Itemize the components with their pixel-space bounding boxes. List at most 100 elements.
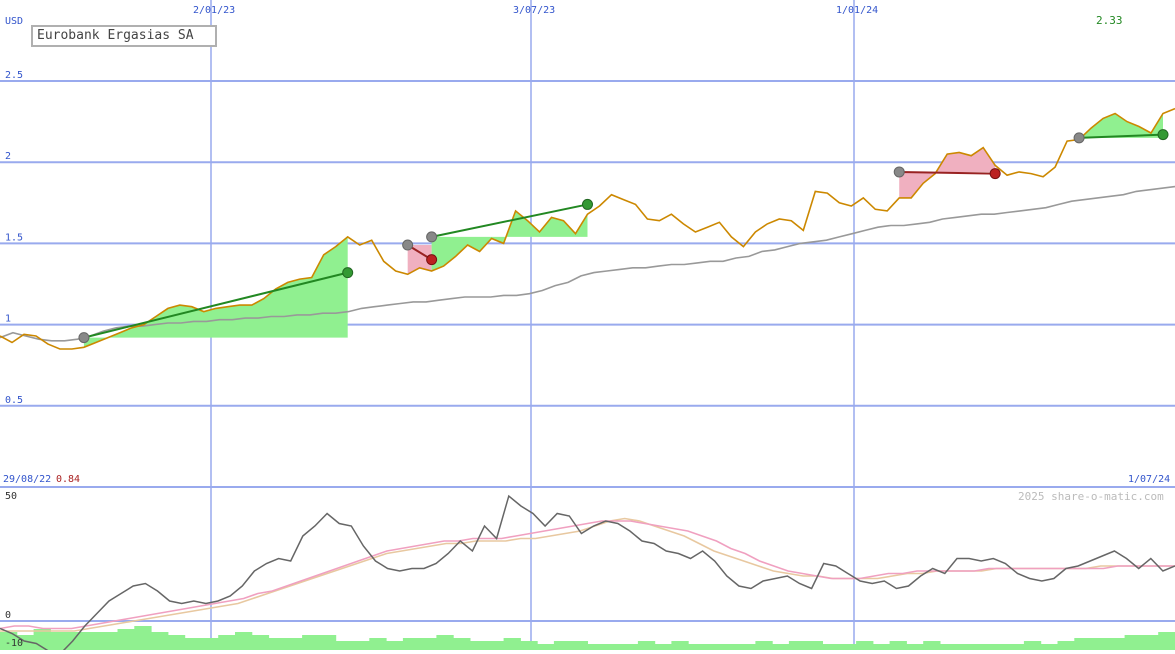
volume-bar: [1091, 638, 1109, 650]
volume-bar: [268, 638, 286, 650]
volume-bar: [83, 632, 102, 650]
volume-bar: [688, 644, 706, 650]
currency-label: USD: [5, 16, 23, 27]
buy-marker: [1073, 132, 1085, 144]
volume-bar: [570, 641, 588, 650]
volume-bar: [1023, 641, 1042, 650]
volume-bar: [335, 641, 353, 650]
buy-marker: [78, 332, 90, 344]
volume-bar: [1141, 635, 1159, 650]
y-tick-label: -10: [5, 638, 23, 649]
volume-bar: [1158, 632, 1175, 650]
sell-loss-marker: [989, 168, 1001, 180]
volume-bar: [134, 626, 152, 650]
x-tick-label: 3/07/23: [513, 5, 555, 16]
volume-bar: [772, 644, 790, 650]
copyright-label: 2025 share-o-matic.com: [1018, 490, 1164, 503]
sell-gain-marker: [582, 198, 593, 210]
volume-bar: [50, 632, 68, 650]
volume-bar: [402, 638, 421, 650]
volume-bar: [990, 644, 1008, 650]
chart-title: Eurobank Ergasias SA: [31, 25, 217, 47]
volume-bar: [671, 641, 689, 650]
volume-bar: [486, 641, 505, 650]
volume-bar: [872, 644, 891, 650]
volume-bar: [923, 641, 941, 650]
y-tick-label: 1: [5, 314, 11, 325]
volume-bar: [100, 632, 118, 650]
volume-bar: [587, 644, 605, 650]
volume-bar: [604, 644, 622, 650]
oscillator-line: [0, 494, 1175, 654]
last-value-label: 2.33: [1096, 14, 1123, 27]
volume-bar: [117, 629, 135, 650]
series-lines: [0, 107, 1175, 654]
volume-bar: [805, 641, 823, 650]
volume-bar: [856, 641, 874, 650]
volume-bar: [67, 632, 85, 650]
volume-bar: [151, 632, 169, 650]
y-tick-label: 50: [5, 491, 17, 502]
volume-bar: [503, 638, 521, 650]
volume-bar: [453, 638, 471, 650]
volume-bar: [1057, 641, 1075, 650]
volume-bar: [218, 635, 236, 650]
sell-gain-marker: [342, 267, 354, 279]
chart-canvas: USD 2.33 29/08/22 0.84 1/07/24 2025 shar…: [0, 0, 1175, 654]
volume-bar: [235, 632, 253, 650]
volume-bar: [721, 644, 740, 650]
start-value-label: 0.84: [56, 474, 80, 485]
volume-bar: [436, 635, 454, 650]
volume-bar: [654, 644, 672, 650]
volume-bar: [889, 641, 907, 650]
volume-bar: [1124, 635, 1142, 650]
trade-fills: [0, 113, 1175, 650]
volume-bar: [1107, 638, 1126, 650]
buy-marker: [402, 239, 414, 251]
volume-bar: [1074, 638, 1092, 650]
signal-slow-line: [0, 517, 1175, 632]
buy-marker: [893, 166, 905, 178]
y-tick-label: 2.5: [5, 70, 23, 81]
volume-bar: [839, 644, 857, 650]
volume-bar: [956, 644, 975, 650]
y-tick-label: 0: [5, 610, 11, 621]
volume-bar: [621, 644, 639, 650]
volume-bar: [302, 635, 320, 650]
volume-bar: [352, 641, 370, 650]
y-tick-label: 1.5: [5, 232, 23, 243]
volume-bar: [184, 638, 202, 650]
y-tick-label: 0.5: [5, 395, 23, 406]
volume-bar: [822, 644, 840, 650]
volume-bar: [520, 641, 538, 650]
volume-bar: [1007, 644, 1025, 650]
volume-bar: [251, 635, 270, 650]
volume-bar: [1040, 644, 1058, 650]
volume-bar: [285, 638, 303, 650]
volume-bar: [537, 644, 555, 650]
volume-bar: [553, 641, 572, 650]
sell-gain-marker: [1157, 129, 1169, 141]
volume-bar: [386, 641, 404, 650]
x-tick-label: 1/01/24: [836, 5, 878, 16]
y-tick-label: 2: [5, 151, 11, 162]
volume-bar: [940, 644, 958, 650]
start-date-label: 29/08/22: [3, 474, 51, 485]
volume-bar: [906, 644, 924, 650]
x-tick-label: 2/01/23: [193, 5, 235, 16]
volume-bar: [738, 644, 756, 650]
volume-bar: [973, 644, 991, 650]
volume-bar: [201, 638, 219, 650]
volume-bar: [470, 641, 488, 650]
volume-bar: [637, 641, 656, 650]
stock-chart: USD 2.33 29/08/22 0.84 1/07/24 2025 shar…: [0, 0, 1175, 654]
volume-bar: [369, 638, 387, 650]
end-date-label: 1/07/24: [1128, 474, 1170, 485]
signal-fast-line: [0, 520, 1175, 630]
volume-bar: [419, 638, 437, 650]
volume-bar: [705, 644, 723, 650]
buy-marker: [426, 231, 438, 243]
volume-bar: [318, 635, 337, 650]
volume-bar: [788, 641, 807, 650]
sell-loss-marker: [426, 254, 438, 266]
